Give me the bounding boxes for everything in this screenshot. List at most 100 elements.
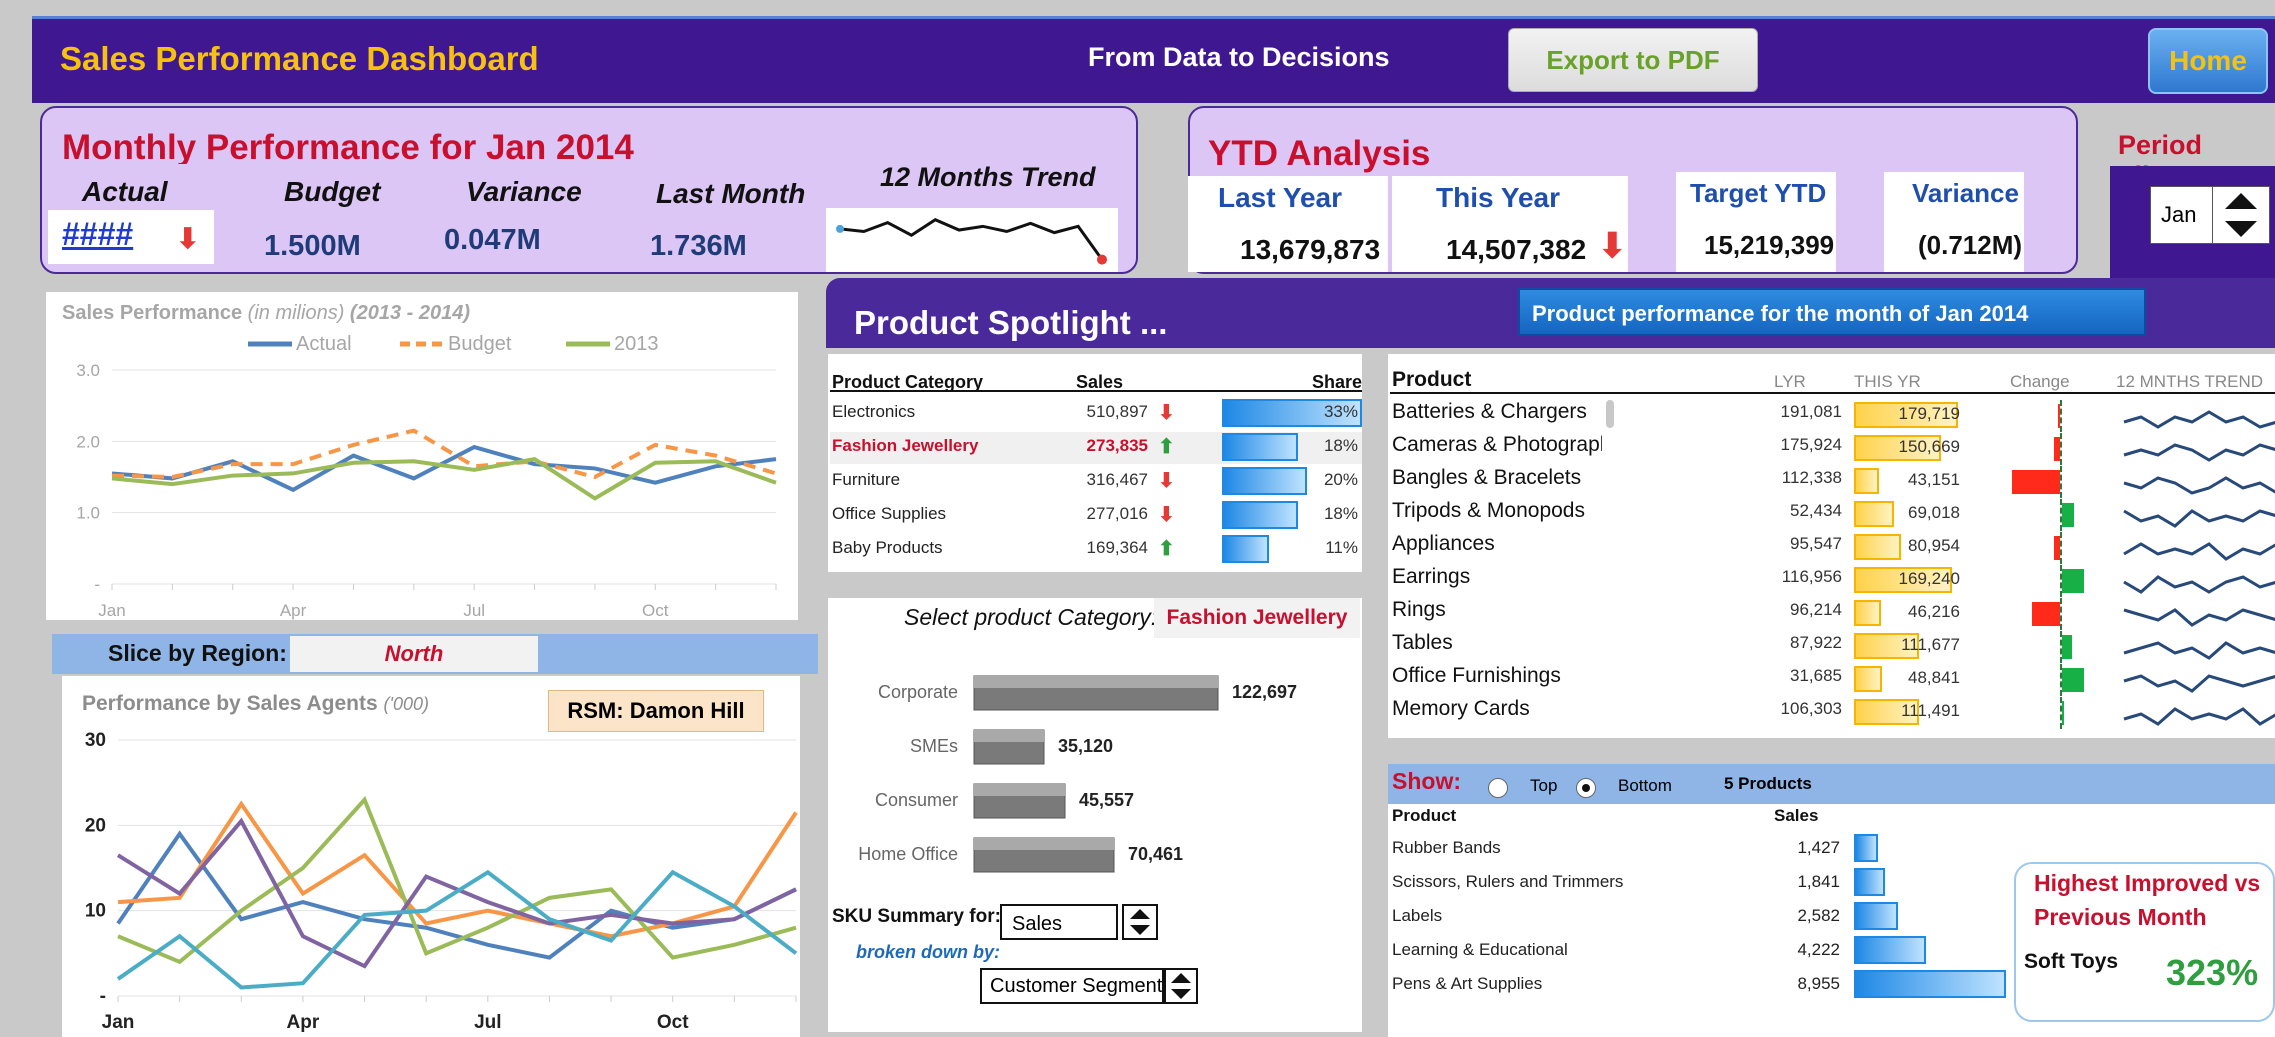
broken-down-select[interactable]: Customer Segment: [980, 968, 1164, 1004]
segment-value-label: 122,697: [1232, 682, 1297, 702]
change-axis: [2060, 565, 2064, 597]
category-select[interactable]: Fashion Jewellery: [1154, 598, 1360, 638]
show-sales-bar: [1854, 902, 1898, 930]
y-tick-label: 3.0: [76, 361, 100, 380]
down-arrow-icon: ⬇: [1158, 402, 1175, 424]
bottom-radio[interactable]: [1576, 778, 1596, 798]
product-lyr: 106,303: [1780, 699, 1842, 718]
y-tick-label: 20: [85, 815, 106, 836]
change-axis: [2060, 466, 2064, 498]
ytd-this-year-label: This Year: [1436, 182, 1561, 213]
ytd-down-arrow-icon: ⬇: [1598, 227, 1627, 265]
product-name[interactable]: Rings: [1392, 598, 1602, 622]
down-arrow-icon: ⬇: [1158, 504, 1175, 526]
category-sales: 273,835: [1086, 436, 1148, 455]
product-name[interactable]: Batteries & Chargers: [1392, 400, 1602, 424]
home-button[interactable]: Home: [2148, 28, 2268, 94]
select-category-label: Select product Category:: [904, 604, 1158, 630]
legend-label: 2013: [614, 333, 659, 355]
highlight-title-1: Highest Improved vs: [2034, 870, 2261, 896]
category-sales: 169,364: [1086, 538, 1148, 557]
x-tick-label: Apr: [287, 1012, 320, 1033]
actual-value[interactable]: ####: [62, 216, 133, 253]
sparkline-line: [2123, 575, 2275, 594]
agents-chart-title: Performance by Sales Agents ('000): [82, 692, 429, 716]
export-pdf-button[interactable]: Export to PDF: [1508, 28, 1758, 92]
trend-line: [839, 217, 1104, 261]
product-name[interactable]: Tables: [1392, 631, 1602, 655]
product-lyr: 175,924: [1780, 435, 1842, 454]
ytd-last-year-value: 13,679,873: [1240, 234, 1381, 265]
highlight-title-2: Previous Month: [2034, 904, 2207, 930]
legend-label: Actual: [296, 333, 352, 355]
share-bar: [1222, 535, 1269, 563]
agents-chart-unit: ('000): [383, 694, 429, 714]
agents-chart-title-text: Performance by Sales Agents: [82, 692, 378, 715]
sparkline-line: [2123, 641, 2275, 660]
segment-value-label: 45,557: [1079, 790, 1134, 810]
segment-bar-highlight: [974, 838, 1114, 850]
segment-bar-chart: Corporate 122,697 SMEs 35,120 Consumer 45,557…: [858, 675, 1297, 873]
trend-sparkline: [836, 217, 1107, 265]
show-sales-header: Sales: [1774, 806, 1819, 825]
category-name[interactable]: Furniture: [832, 470, 900, 490]
broken-down-label: broken down by:: [856, 942, 1000, 962]
product-sparkline: [2123, 707, 2275, 726]
sku-summary-spinner[interactable]: [1122, 904, 1158, 940]
category-sales: 510,897: [1086, 402, 1148, 421]
segment-label: SMEs: [910, 736, 958, 756]
trend-col-header: 12 MNTHS TREND: [2116, 372, 2264, 391]
show-bar: [1388, 764, 2275, 804]
product-scrollbar[interactable]: [1606, 400, 1614, 428]
product-sparkline: [2123, 674, 2275, 693]
period-filter-input[interactable]: Jan: [2150, 186, 2218, 244]
product-name[interactable]: Appliances: [1392, 532, 1602, 556]
ytd-variance-label: Variance: [1912, 178, 2019, 208]
product-this-yr: 80,954: [1908, 536, 1960, 555]
product-name[interactable]: Earrings: [1392, 565, 1602, 589]
show-product-name: Labels: [1392, 906, 1443, 925]
change-axis: [2060, 400, 2064, 432]
change-axis: [2060, 631, 2064, 663]
product-name[interactable]: Tripods & Monopods: [1392, 499, 1602, 523]
product-name[interactable]: Memory Cards: [1392, 697, 1602, 721]
y-tick-label: 10: [85, 901, 106, 922]
product-this-yr: 111,491: [1901, 701, 1960, 720]
sku-summary-select[interactable]: Sales: [1000, 904, 1118, 940]
product-name[interactable]: Office Furnishings: [1392, 664, 1602, 688]
show-product-name: Pens & Art Supplies: [1392, 974, 1543, 993]
product-this-yr: 150,669: [1898, 437, 1960, 456]
broken-down-spinner[interactable]: [1164, 968, 1198, 1004]
product-this-yr: 46,216: [1908, 602, 1960, 621]
category-name[interactable]: Fashion Jewellery: [832, 436, 978, 456]
variance-label: Variance: [466, 176, 582, 207]
product-name[interactable]: Cameras & Photograph: [1392, 433, 1602, 457]
y-tick-label: -: [100, 986, 106, 1007]
budget-label: Budget: [284, 176, 381, 207]
product-this-yr: 43,151: [1908, 470, 1960, 489]
product-lyr: 52,434: [1790, 501, 1842, 520]
monthly-title: Monthly Performance for Jan 2014: [62, 128, 634, 164]
sparkline-line: [2123, 707, 2275, 726]
actual-down-arrow-icon: ⬇: [176, 223, 200, 254]
category-col-header: Product Category: [832, 372, 984, 392]
ytd-variance-value: (0.712M): [1918, 230, 2023, 260]
category-sales: 277,016: [1086, 504, 1148, 523]
show-label: Show:: [1392, 768, 1461, 794]
y-tick-label: 2.0: [76, 432, 100, 451]
product-name[interactable]: Bangles & Bracelets: [1392, 466, 1602, 490]
product-lyr: 191,081: [1780, 402, 1842, 421]
category-name[interactable]: Electronics: [832, 402, 915, 422]
segment-label: Corporate: [878, 682, 958, 702]
change-bar-negative: [2012, 470, 2060, 494]
product-this-yr: 179,719: [1898, 404, 1960, 423]
product-col-header: Product: [1392, 368, 1472, 391]
top-radio[interactable]: [1488, 778, 1508, 798]
share-bar: [1222, 501, 1298, 529]
region-select[interactable]: North: [290, 636, 538, 672]
category-name[interactable]: Office Supplies: [832, 504, 946, 524]
period-spinner[interactable]: [2212, 186, 2270, 244]
category-name[interactable]: Baby Products: [832, 538, 943, 558]
spinner-arrows-icon: [1130, 909, 1150, 935]
products-count: 5 Products: [1724, 774, 1812, 793]
